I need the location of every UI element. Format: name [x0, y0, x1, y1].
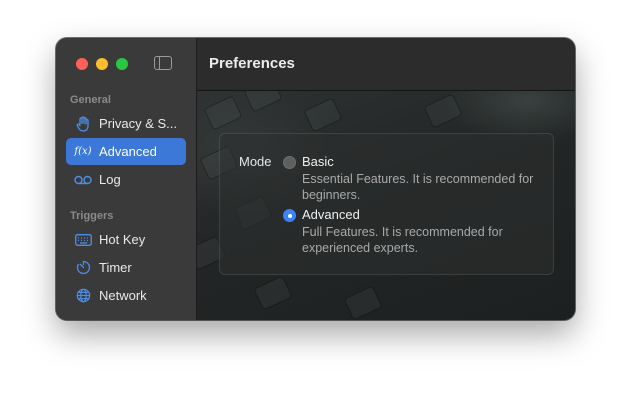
minimize-button[interactable]: [96, 58, 108, 70]
timer-icon: [74, 259, 92, 277]
sidebar-item-log[interactable]: Log: [66, 166, 186, 193]
sidebar-item-timer[interactable]: Timer: [66, 254, 186, 281]
titlebar: Preferences: [197, 38, 575, 91]
sidebar-toggle-icon[interactable]: [154, 56, 172, 70]
sidebar-item-network[interactable]: Network: [66, 282, 186, 309]
zoom-button[interactable]: [116, 58, 128, 70]
option-advanced-description: Full Features. It is recommended for exp…: [302, 225, 503, 255]
content-pane: Preferences Mode Basic Essential Feature…: [197, 38, 575, 320]
option-advanced-label[interactable]: Advanced: [302, 207, 360, 222]
section-label-triggers: Triggers: [70, 210, 114, 222]
close-button[interactable]: [76, 58, 88, 70]
keyboard-icon: [74, 231, 92, 249]
sidebar-item-label: Timer: [99, 260, 132, 275]
option-basic-label[interactable]: Basic: [302, 154, 334, 169]
sidebar-item-label: Privacy & S...: [99, 116, 178, 131]
preferences-window: General Privacy & S... f(x) Advanced Log…: [56, 38, 575, 320]
sidebar-item-hot-key[interactable]: Hot Key: [66, 226, 186, 253]
wallpaper-background: Mode Basic Essential Features. It is rec…: [197, 91, 575, 320]
voicemail-icon: [74, 171, 92, 189]
sidebar-item-label: Advanced: [99, 144, 157, 159]
function-icon: f(x): [74, 146, 92, 157]
radio-basic[interactable]: [283, 156, 296, 169]
hand-icon: [74, 115, 92, 133]
sidebar-item-privacy-security[interactable]: Privacy & S...: [66, 110, 186, 137]
radio-advanced[interactable]: [283, 209, 296, 222]
sidebar-item-label: Hot Key: [99, 232, 146, 247]
globe-icon: [74, 287, 92, 305]
sidebar-item-label: Log: [99, 172, 121, 187]
page-title: Preferences: [209, 55, 295, 72]
section-label-general: General: [70, 94, 111, 106]
sidebar-item-advanced[interactable]: f(x) Advanced: [66, 138, 186, 165]
mode-label: Mode: [239, 154, 272, 169]
sidebar: General Privacy & S... f(x) Advanced Log…: [56, 38, 197, 320]
sidebar-item-label: Network: [99, 288, 147, 303]
mode-settings-group: Mode Basic Essential Features. It is rec…: [219, 133, 554, 275]
option-basic-description: Essential Features. It is recommended fo…: [302, 172, 534, 202]
